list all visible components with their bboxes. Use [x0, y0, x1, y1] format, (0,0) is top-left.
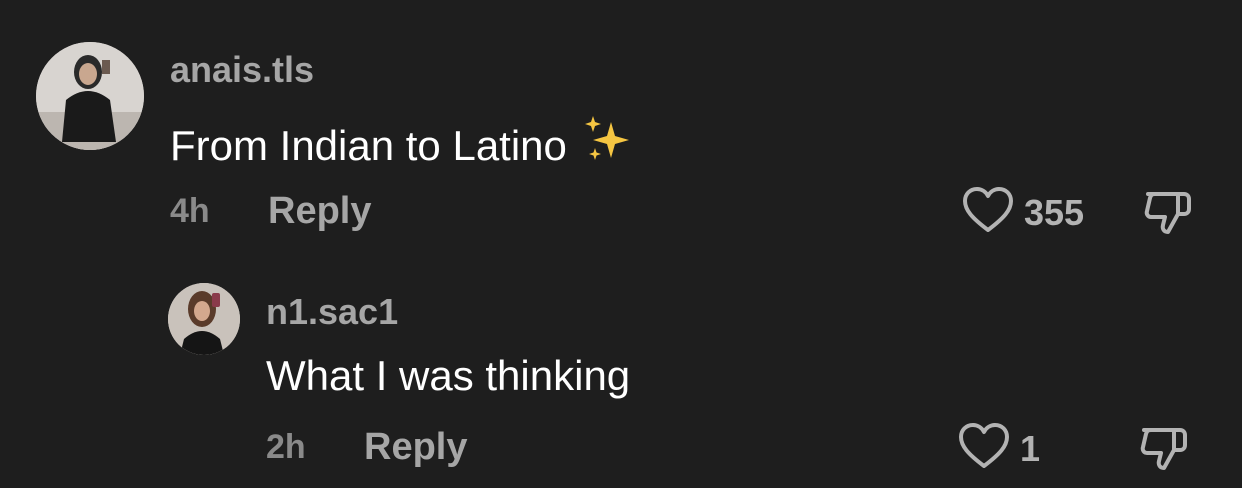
comment-text-content: From Indian to Latino: [170, 122, 567, 169]
like-count: 355: [1024, 191, 1085, 233]
like-count: 1: [1020, 427, 1041, 469]
thumbs-down-icon: [1142, 192, 1194, 240]
reply-button[interactable]: Reply: [268, 188, 371, 234]
comment-username[interactable]: n1.sac1: [266, 290, 398, 334]
comment-username[interactable]: anais.tls: [170, 48, 314, 92]
comment-text: From Indian to Latino: [170, 114, 635, 178]
avatar[interactable]: [36, 42, 144, 150]
thumbs-down-icon: [1138, 428, 1190, 476]
comment-time: 4h: [170, 192, 210, 230]
dislike-button[interactable]: [1138, 424, 1190, 477]
like-button[interactable]: 1: [958, 422, 1040, 475]
comment-reply: n1.sac1 What I was thinking 2h Reply 1: [0, 250, 1242, 488]
comment-text: What I was thinking: [266, 352, 631, 399]
avatar-image: [36, 42, 144, 150]
comment-time: 2h: [266, 428, 306, 466]
heart-icon: [962, 186, 1014, 239]
avatar[interactable]: [168, 283, 240, 355]
reply-button[interactable]: Reply: [364, 424, 467, 470]
comment: anais.tls From Indian to Latino 4h Reply…: [0, 0, 1242, 250]
heart-icon: [958, 422, 1010, 475]
avatar-image: [168, 283, 240, 355]
sparkles-emoji-icon: [581, 114, 635, 178]
like-button[interactable]: 355: [962, 186, 1084, 239]
dislike-button[interactable]: [1142, 188, 1194, 241]
